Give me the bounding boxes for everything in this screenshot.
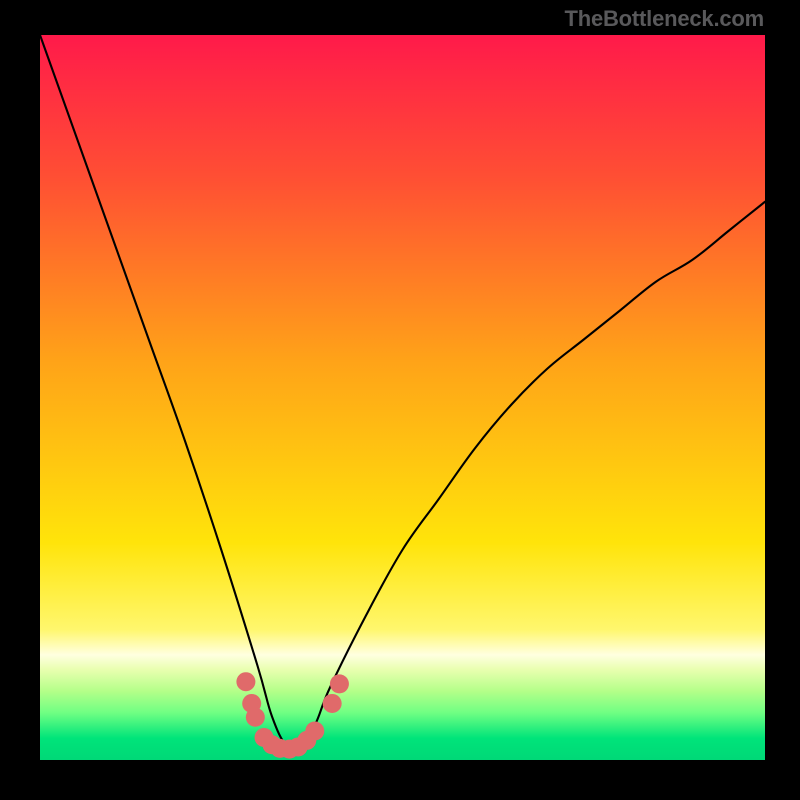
marker-dot (236, 672, 255, 691)
gradient-background (40, 35, 765, 760)
bottleneck-chart (40, 35, 765, 760)
watermark-text: TheBottleneck.com (564, 6, 764, 32)
chart-frame: TheBottleneck.com (0, 0, 800, 800)
plot-area (40, 35, 765, 760)
marker-dot (330, 674, 349, 693)
marker-dot (305, 722, 324, 741)
marker-dot (246, 708, 265, 727)
marker-dot (323, 694, 342, 713)
